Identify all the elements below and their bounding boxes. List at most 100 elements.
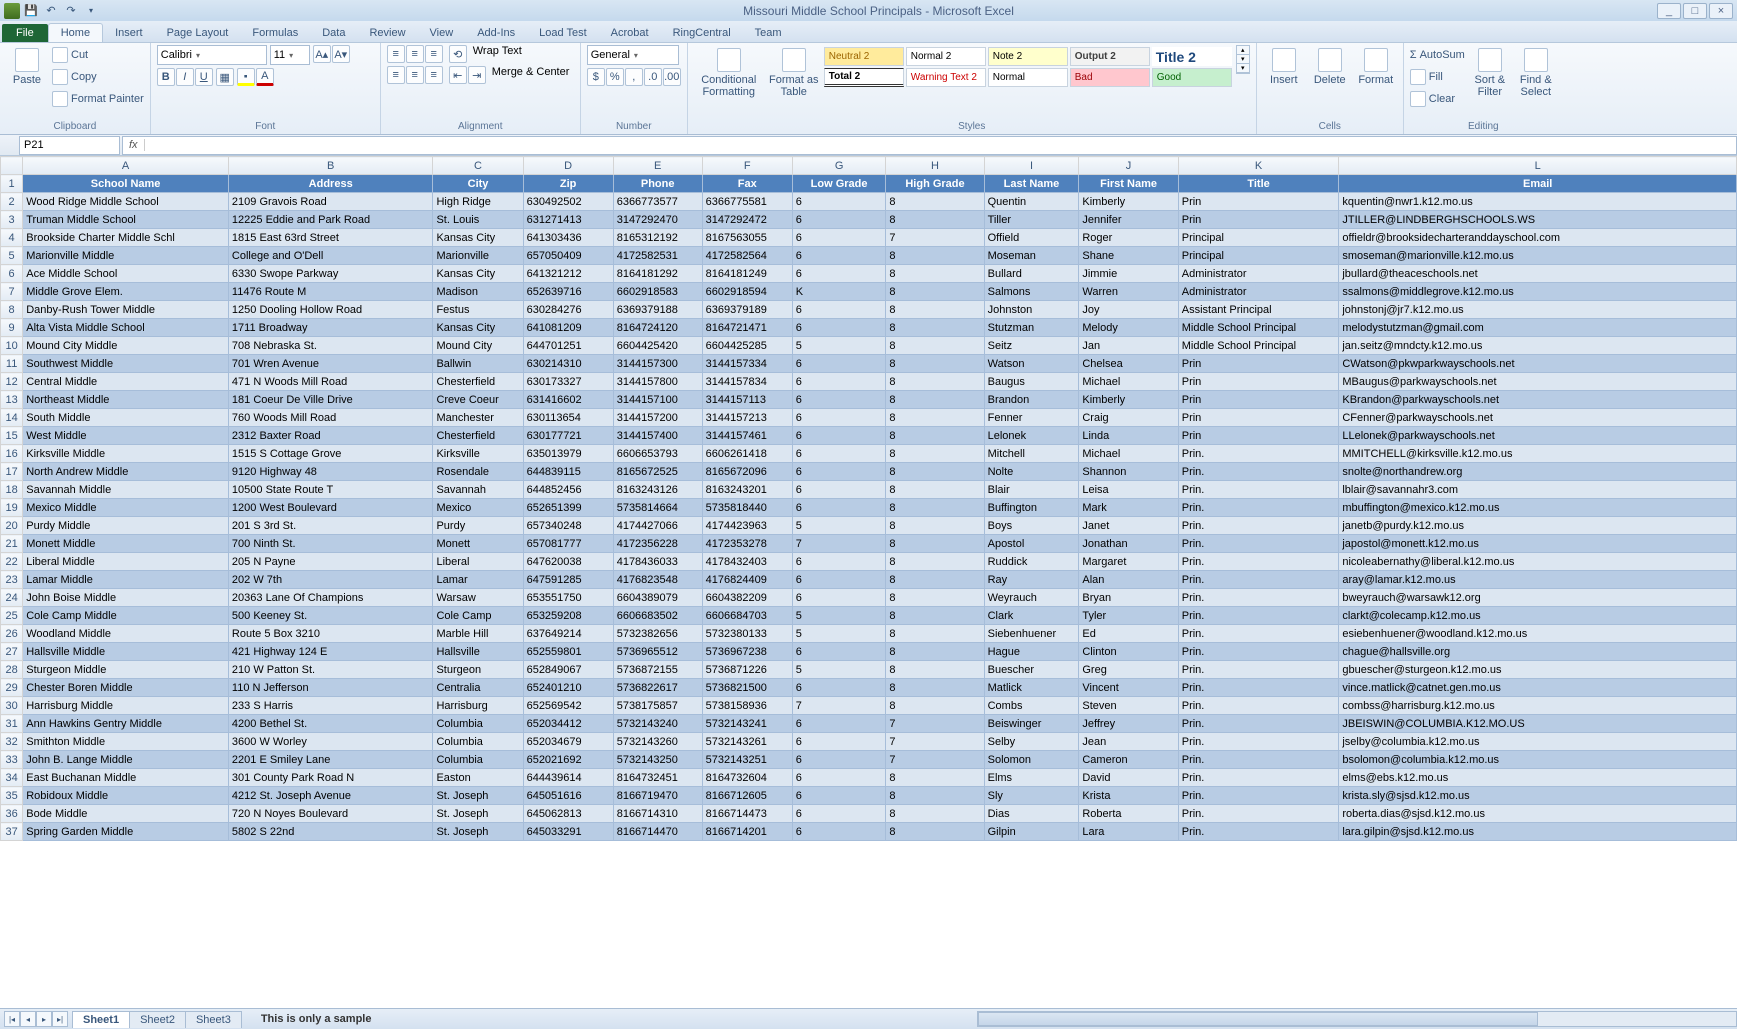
cell[interactable]: 8166712605 <box>702 787 792 805</box>
cell[interactable]: 8166714473 <box>702 805 792 823</box>
column-header-B[interactable]: B <box>228 157 433 175</box>
cell[interactable]: 5732382656 <box>613 625 702 643</box>
cell[interactable]: Weyrauch <box>984 589 1079 607</box>
cell[interactable]: 8164181249 <box>702 265 792 283</box>
row-header[interactable]: 25 <box>1 607 23 625</box>
column-header-G[interactable]: G <box>792 157 886 175</box>
cell[interactable]: Brookside Charter Middle Schl <box>23 229 229 247</box>
cell[interactable]: Salmons <box>984 283 1079 301</box>
cell[interactable]: Alta Vista Middle School <box>23 319 229 337</box>
row-header[interactable]: 11 <box>1 355 23 373</box>
cell[interactable]: Madison <box>433 283 523 301</box>
cell[interactable]: LLelonek@parkwayschools.net <box>1339 427 1737 445</box>
table-header-cell[interactable]: Title <box>1178 175 1339 193</box>
cell[interactable]: 181 Coeur De Ville Drive <box>228 391 433 409</box>
cell[interactable]: 8 <box>886 445 984 463</box>
increase-decimal-button[interactable]: .0 <box>644 68 662 86</box>
sort-filter-button[interactable]: Sort & Filter <box>1469 45 1511 98</box>
currency-button[interactable]: $ <box>587 68 605 86</box>
cell[interactable]: Selby <box>984 733 1079 751</box>
cell[interactable]: K <box>792 283 886 301</box>
row-header[interactable]: 17 <box>1 463 23 481</box>
cell[interactable]: 630177721 <box>523 427 613 445</box>
cell[interactable]: Prin. <box>1178 715 1339 733</box>
cell[interactable]: 6 <box>792 211 886 229</box>
cell[interactable]: roberta.dias@sjsd.k12.mo.us <box>1339 805 1737 823</box>
cell[interactable]: lblair@savannahr3.com <box>1339 481 1737 499</box>
cell[interactable]: 8 <box>886 643 984 661</box>
cell[interactable]: 8165312192 <box>613 229 702 247</box>
name-box[interactable]: P21 <box>19 136 120 155</box>
cell[interactable]: Shannon <box>1079 463 1178 481</box>
row-header[interactable]: 20 <box>1 517 23 535</box>
cell[interactable]: 3144157213 <box>702 409 792 427</box>
style-normal-2[interactable]: Normal 2 <box>906 47 986 66</box>
row-header[interactable]: 9 <box>1 319 23 337</box>
row-header[interactable]: 37 <box>1 823 23 841</box>
cell[interactable]: 645051616 <box>523 787 613 805</box>
styles-scroll[interactable]: ▴▾▾ <box>1236 45 1250 74</box>
cell[interactable]: elms@ebs.k12.mo.us <box>1339 769 1737 787</box>
cell[interactable]: Assistant Principal <box>1178 301 1339 319</box>
cell[interactable]: 6 <box>792 409 886 427</box>
cell[interactable]: Tyler <box>1079 607 1178 625</box>
cell[interactable]: 5 <box>792 661 886 679</box>
column-header-H[interactable]: H <box>886 157 984 175</box>
cell[interactable]: Kirksville Middle <box>23 445 229 463</box>
font-color-button[interactable]: A <box>256 68 274 86</box>
cell[interactable]: 6 <box>792 193 886 211</box>
cell[interactable]: Kimberly <box>1079 391 1178 409</box>
cell[interactable]: Steven <box>1079 697 1178 715</box>
cell[interactable]: 5732143240 <box>613 715 702 733</box>
cell[interactable]: offieldr@brooksidecharteranddayschool.co… <box>1339 229 1737 247</box>
cell[interactable]: 8 <box>886 427 984 445</box>
merge-center-button[interactable]: Merge & Center <box>492 66 570 84</box>
cell[interactable]: 6 <box>792 805 886 823</box>
column-header-E[interactable]: E <box>613 157 702 175</box>
cell[interactable]: Columbia <box>433 751 523 769</box>
cell[interactable]: 8 <box>886 787 984 805</box>
cell[interactable]: Liberal Middle <box>23 553 229 571</box>
table-header-cell[interactable]: Last Name <box>984 175 1079 193</box>
cell[interactable]: 4200 Bethel St. <box>228 715 433 733</box>
cell[interactable]: 6 <box>792 481 886 499</box>
cell[interactable]: Northeast Middle <box>23 391 229 409</box>
cell[interactable]: Prin <box>1178 373 1339 391</box>
cell[interactable]: 5738175857 <box>613 697 702 715</box>
row-header[interactable]: 7 <box>1 283 23 301</box>
cell[interactable]: Ruddick <box>984 553 1079 571</box>
cell[interactable]: 421 Highway 124 E <box>228 643 433 661</box>
paste-button[interactable]: Paste <box>6 45 48 86</box>
cell[interactable]: 3144157200 <box>613 409 702 427</box>
cell[interactable]: 647591285 <box>523 571 613 589</box>
cell[interactable]: nicoleabernathy@liberal.k12.mo.us <box>1339 553 1737 571</box>
cell[interactable]: krista.sly@sjsd.k12.mo.us <box>1339 787 1737 805</box>
cell[interactable]: 6 <box>792 679 886 697</box>
cell[interactable]: 6366773577 <box>613 193 702 211</box>
cell[interactable]: Principal <box>1178 247 1339 265</box>
cell[interactable]: 8166714310 <box>613 805 702 823</box>
cell[interactable]: 5735814664 <box>613 499 702 517</box>
cell[interactable]: Harrisburg Middle <box>23 697 229 715</box>
cell[interactable]: Prin <box>1178 355 1339 373</box>
cell[interactable]: 647620038 <box>523 553 613 571</box>
cell[interactable]: ssalmons@middlegrove.k12.mo.us <box>1339 283 1737 301</box>
cell[interactable]: Prin. <box>1178 697 1339 715</box>
cell[interactable]: bweyrauch@warsawk12.org <box>1339 589 1737 607</box>
align-left-button[interactable]: ≡ <box>387 66 405 84</box>
cell[interactable]: 6 <box>792 265 886 283</box>
cell[interactable]: 8164732604 <box>702 769 792 787</box>
column-header-C[interactable]: C <box>433 157 523 175</box>
tab-team[interactable]: Team <box>743 24 794 42</box>
row-header[interactable]: 14 <box>1 409 23 427</box>
column-header-L[interactable]: L <box>1339 157 1737 175</box>
cell[interactable]: 653259208 <box>523 607 613 625</box>
chevron-up-icon[interactable]: ▴ <box>1237 46 1249 55</box>
cell[interactable]: Prin. <box>1178 751 1339 769</box>
cell[interactable]: Monett <box>433 535 523 553</box>
cell[interactable]: 6330 Swope Parkway <box>228 265 433 283</box>
cell[interactable]: Wood Ridge Middle School <box>23 193 229 211</box>
cell[interactable]: 760 Woods Mill Road <box>228 409 433 427</box>
cell[interactable]: Prin. <box>1178 769 1339 787</box>
cell[interactable]: Greg <box>1079 661 1178 679</box>
